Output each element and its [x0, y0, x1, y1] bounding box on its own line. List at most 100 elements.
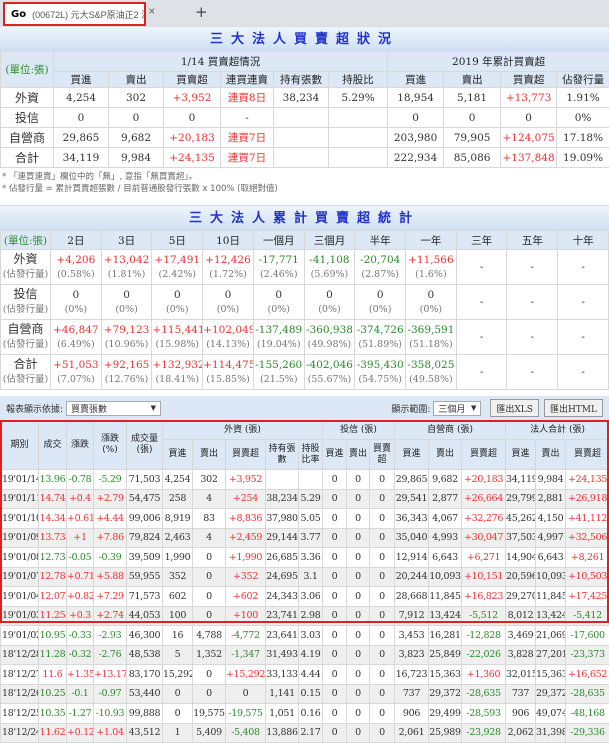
- row-label: 自營商(佔發行量): [1, 320, 51, 355]
- cumulative-pct: (7.07%): [57, 374, 95, 385]
- cumulative-value: +115,441: [152, 324, 202, 336]
- export-xls-button[interactable]: 匯出XLS: [490, 399, 539, 417]
- table-cell: 5,409: [193, 723, 226, 743]
- table-row: 19'01/1413.96-0.78-5.2971,5034,254302+3,…: [1, 470, 609, 490]
- table-cell: +24,135: [164, 148, 221, 168]
- table-cell: 4: [193, 528, 226, 548]
- table-cell: +3,952: [226, 470, 266, 490]
- table-cell: 0: [193, 548, 226, 568]
- table-cell: 29,865: [395, 470, 429, 490]
- col-sell: 賣出: [193, 440, 226, 470]
- table-cell: [299, 470, 323, 490]
- table-cell: +2.74: [94, 606, 127, 626]
- table-cell: -: [507, 250, 558, 285]
- table-cell: 0: [193, 587, 226, 607]
- date-cell: 19'01/02: [1, 626, 39, 646]
- table-cell: -0.05: [67, 548, 94, 568]
- table-cell: 71,573: [127, 587, 163, 607]
- date-cell: 19'01/03: [1, 606, 39, 626]
- table-cell: +3,952: [164, 88, 221, 108]
- table-cell: +46,847(6.49%): [51, 320, 102, 355]
- site-logo: Go: [11, 9, 26, 20]
- table-cell: [329, 108, 388, 128]
- table-cell: 1,990: [163, 548, 193, 568]
- table-cell: 0%: [557, 108, 609, 128]
- row-name: 自營商: [7, 322, 43, 336]
- table-cell: 0: [370, 528, 395, 548]
- browser-tab[interactable]: Go (00672L) 元大S&P原油正2 法人: [3, 2, 146, 26]
- table-cell: 0: [323, 489, 347, 509]
- table-cell: 9,984: [109, 148, 164, 168]
- table-cell: 29,270: [506, 587, 536, 607]
- col-volume: 成交量(張): [127, 421, 163, 470]
- table-cell: -17,771(2.46%): [253, 250, 304, 285]
- dropdown-arrow-icon: ▼: [151, 404, 156, 412]
- date-cell: 19'01/09: [1, 528, 39, 548]
- row-label: 自營商: [1, 128, 54, 148]
- table-cell: 0: [323, 665, 347, 685]
- cumulative-value: -: [531, 296, 535, 308]
- table-row: 19'01/0913.73+1+7.8679,8242,4634+2,45929…: [1, 528, 609, 548]
- table-cell: 19,575: [193, 704, 226, 724]
- table-cell: +1,360: [462, 665, 506, 685]
- cumulative-value: +132,932: [152, 359, 202, 371]
- cumulative-pct: (12.76%): [105, 374, 149, 385]
- column-header: 五年: [507, 231, 558, 250]
- cumulative-pct: (49.58%): [409, 374, 453, 385]
- table-cell: 49,074: [536, 704, 566, 724]
- date-cell: 19'01/11: [1, 489, 39, 509]
- basis-label: 報表顯示依據:: [6, 402, 63, 415]
- table-cell: 29,541: [395, 489, 429, 509]
- cumulative-value: -137,489: [255, 324, 302, 336]
- table-cell: +20,183: [462, 470, 506, 490]
- cumulative-pct: (1.81%): [108, 269, 146, 280]
- range-select[interactable]: 三個月▼: [433, 401, 481, 416]
- table-cell: 0: [388, 108, 444, 128]
- table-cell: 14,904: [506, 548, 536, 568]
- table-cell: -: [507, 355, 558, 390]
- table-cell: +114,475(15.85%): [203, 355, 254, 390]
- cumulative-value: +51,053: [53, 359, 99, 371]
- table-cell: 25,849: [429, 645, 462, 665]
- table-cell: 8,919: [163, 509, 193, 529]
- table-cell: 29,865: [54, 128, 109, 148]
- basis-select[interactable]: 買賣張數▼: [66, 401, 161, 416]
- table-cell: -1.27: [67, 704, 94, 724]
- table-cell: -4,772: [226, 626, 266, 646]
- table-cell: 7,912: [395, 606, 429, 626]
- cumulative-value: -360,938: [306, 324, 353, 336]
- table-cell: 71,503: [127, 470, 163, 490]
- table-cell: -: [456, 355, 507, 390]
- table-cell: +5.88: [94, 567, 127, 587]
- export-html-button[interactable]: 匯出HTML: [544, 399, 603, 417]
- table-cell: [329, 128, 388, 148]
- table-row: 19'01/1114.74+0.4+2.7954,4752584+25438,2…: [1, 489, 609, 509]
- close-tab-icon[interactable]: ×: [148, 7, 156, 17]
- row-sub-label: (佔發行量): [3, 269, 48, 280]
- table-cell: 11,845: [536, 587, 566, 607]
- new-tab-button[interactable]: +: [195, 3, 208, 21]
- cumulative-value: 0: [326, 289, 333, 301]
- table-cell: 16,281: [429, 626, 462, 646]
- table-cell: -155,260(21.5%): [253, 355, 304, 390]
- table-row: 投信000-0000%: [1, 108, 609, 128]
- col-holding: 持有張數: [266, 440, 299, 470]
- table-cell: 0: [370, 626, 395, 646]
- table-cell: 0: [370, 548, 395, 568]
- table-cell: +16,652: [566, 665, 609, 685]
- table-cell: -: [558, 355, 609, 390]
- unit-label: (單位:張): [1, 231, 51, 250]
- table-cell: -360,938(49.98%): [304, 320, 355, 355]
- cumulative-pct: (0%): [65, 304, 87, 315]
- table-cell: -: [221, 108, 274, 128]
- table-cell: 0: [347, 704, 370, 724]
- cumulative-value: 0: [123, 289, 130, 301]
- table-cell: +26,918: [566, 489, 609, 509]
- cumulative-pct: (10.96%): [105, 339, 149, 350]
- tab-title: (00672L) 元大S&P原油正2 法人: [32, 8, 146, 21]
- column-header: 持股比: [329, 72, 388, 88]
- table-cell: 0: [323, 645, 347, 665]
- table-cell: 0: [370, 470, 395, 490]
- table-cell: +0.12: [67, 723, 94, 743]
- table-cell: -358,025(49.58%): [406, 355, 457, 390]
